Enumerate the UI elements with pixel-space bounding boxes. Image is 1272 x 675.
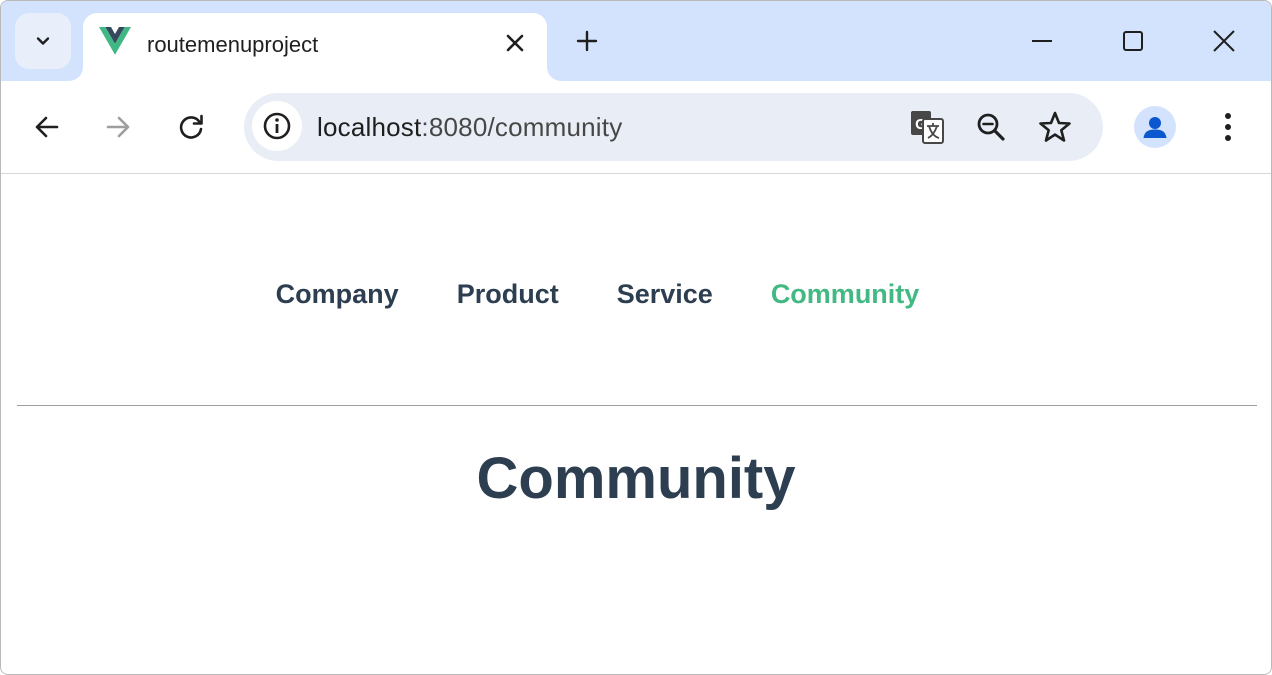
- zoom-out-icon: [975, 111, 1007, 143]
- forward-button[interactable]: [96, 105, 140, 149]
- nav-link-community[interactable]: Community: [771, 279, 920, 310]
- nav-link-service[interactable]: Service: [617, 279, 713, 310]
- minimize-icon: [1031, 30, 1053, 52]
- browser-menu-button[interactable]: [1206, 105, 1250, 149]
- maximize-icon: [1122, 30, 1144, 52]
- browser-tab-active[interactable]: routemenuproject: [83, 13, 547, 81]
- tab-strip: routemenuproject: [1, 1, 1271, 81]
- tab-search-button[interactable]: [15, 13, 71, 69]
- nav-link-company[interactable]: Company: [276, 279, 399, 310]
- new-tab-button[interactable]: [569, 23, 605, 59]
- main-nav: Company Product Service Community: [1, 279, 1194, 310]
- back-button[interactable]: [25, 105, 69, 149]
- person-icon: [1142, 114, 1168, 140]
- star-icon: [1038, 110, 1072, 144]
- reload-icon: [177, 113, 205, 141]
- divider: [17, 405, 1257, 406]
- tab-close-button[interactable]: [501, 29, 529, 57]
- close-icon: [506, 34, 524, 52]
- plus-icon: [576, 30, 598, 52]
- maximize-button[interactable]: [1111, 19, 1155, 63]
- translate-button[interactable]: G: [908, 108, 946, 146]
- reload-button[interactable]: [169, 105, 213, 149]
- url-text[interactable]: localhost:8080/community: [317, 112, 622, 143]
- minimize-button[interactable]: [1020, 19, 1064, 63]
- translate-icon: G: [910, 110, 944, 144]
- close-icon: [1213, 30, 1235, 52]
- site-info-button[interactable]: [252, 101, 302, 151]
- nav-link-product[interactable]: Product: [457, 279, 559, 310]
- profile-button[interactable]: [1134, 106, 1176, 148]
- info-icon: [262, 111, 292, 141]
- browser-toolbar: localhost:8080/community G: [1, 81, 1271, 174]
- page-title: Community: [476, 446, 796, 511]
- bookmark-button[interactable]: [1036, 108, 1074, 146]
- kebab-menu-icon: [1224, 112, 1232, 142]
- browser-window: routemenuproject localhost:8080/communit…: [0, 0, 1272, 675]
- vue-logo-icon: [99, 27, 131, 55]
- page-content: Company Product Service Community Commun…: [1, 175, 1271, 674]
- tab-title: routemenuproject: [147, 32, 319, 57]
- zoom-button[interactable]: [972, 108, 1010, 146]
- arrow-left-icon: [34, 114, 60, 140]
- address-bar[interactable]: localhost:8080/community G: [244, 93, 1103, 161]
- url-path: :8080/community: [421, 112, 623, 142]
- arrow-right-icon: [105, 114, 131, 140]
- chevron-down-icon: [33, 31, 53, 51]
- url-host: localhost: [317, 112, 422, 142]
- window-close-button[interactable]: [1202, 19, 1246, 63]
